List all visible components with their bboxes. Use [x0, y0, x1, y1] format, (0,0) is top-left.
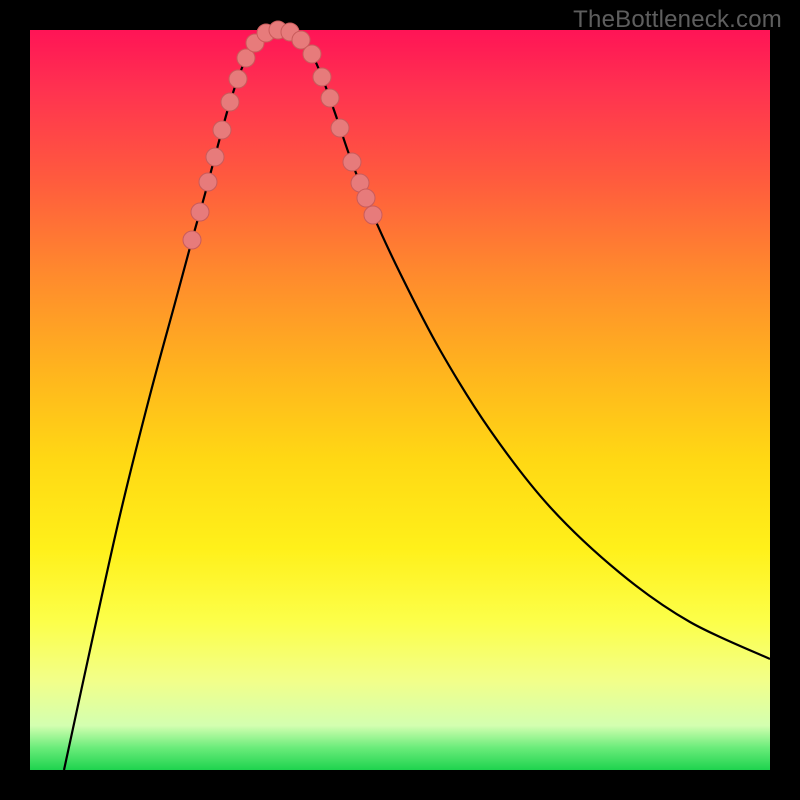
curve-dot: [364, 206, 382, 224]
curve-dot: [303, 45, 321, 63]
curve-dots-group: [183, 21, 382, 249]
curve-dot: [331, 119, 349, 137]
curve-dot: [343, 153, 361, 171]
curve-overlay: [30, 30, 770, 770]
curve-dot: [321, 89, 339, 107]
curve-dot: [213, 121, 231, 139]
curve-dot: [229, 70, 247, 88]
curve-dot: [183, 231, 201, 249]
curve-dot: [357, 189, 375, 207]
curve-dot: [313, 68, 331, 86]
curve-dot: [199, 173, 217, 191]
curve-dot: [206, 148, 224, 166]
bottleneck-curve-path: [64, 30, 770, 770]
curve-dot: [221, 93, 239, 111]
curve-dot: [191, 203, 209, 221]
